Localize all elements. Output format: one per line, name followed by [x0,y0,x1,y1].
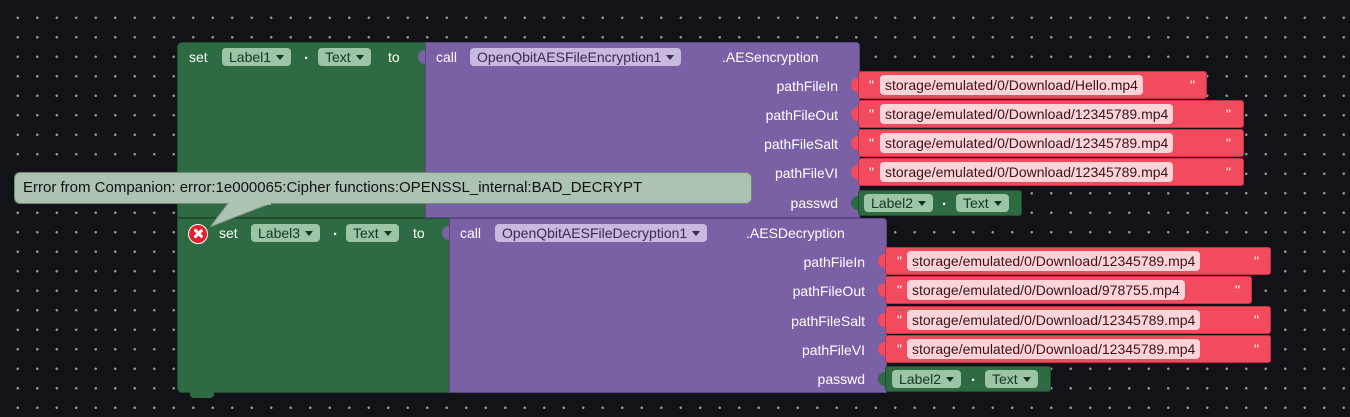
label1-property-dropdown[interactable]: Text [318,48,371,66]
string-field-pathfilesalt[interactable]: storage/emulated/0/Download/12345789.mp4 [907,310,1201,330]
error-icon[interactable] [188,224,208,244]
output-plug [878,254,885,268]
set-block-label3[interactable] [177,218,453,393]
label2-property-dropdown[interactable]: Text [985,370,1038,388]
label2-component-dropdown[interactable]: Label2 [864,194,934,212]
string-field-pathfilesalt[interactable]: storage/emulated/0/Download/12345789.mp4 [880,133,1174,153]
output-plug [851,107,858,121]
close-quote: " [1190,77,1195,93]
label3-property-dropdown[interactable]: Text [346,224,399,242]
aesdecryption-method: .AESDecryption [746,225,845,241]
output-plug [851,165,858,179]
set-keyword: set [189,49,208,65]
tooltip-tail [210,203,273,227]
close-quote: " [1254,341,1259,357]
param-label-pathfilein: pathFileIn [776,78,838,94]
open-quote: " [869,106,874,122]
dot-separator: . [942,192,947,209]
error-tooltip: Error from Companion: error:1e000065:Cip… [14,172,752,204]
output-plug [878,342,885,356]
close-quote: " [1226,135,1231,151]
block-bottom-tab [190,392,214,398]
call-keyword: call [436,49,458,65]
close-quote: " [1235,282,1240,298]
close-quote: " [1254,312,1259,328]
param-label-pathfilevi: pathFileVI [801,342,865,358]
call-block-decryption[interactable] [449,218,887,393]
output-plug [851,136,858,150]
input-socket [442,226,449,240]
set-keyword: set [219,225,238,241]
label2-component-dropdown[interactable]: Label2 [892,370,962,388]
string-field-pathfileout[interactable]: storage/emulated/0/Download/978755.mp4 [907,280,1185,300]
param-label-passwd: passwd [790,195,838,211]
open-quote: " [869,77,874,93]
string-field-pathfilevi[interactable]: storage/emulated/0/Download/12345789.mp4 [907,339,1201,359]
param-label-pathfileout: pathFileOut [792,283,865,299]
output-plug [878,313,885,327]
to-keyword: to [388,49,400,65]
output-plug [851,78,858,92]
string-field-pathfilein[interactable]: storage/emulated/0/Download/Hello.mp4 [880,75,1143,95]
open-quote: " [897,253,902,269]
input-socket [418,50,425,64]
open-quote: " [897,312,902,328]
param-label-pathfilevi: pathFileVI [774,165,838,181]
output-plug [878,372,885,386]
close-quote: " [1226,164,1231,180]
encryption-component-dropdown[interactable]: OpenQbitAESFileEncryption1 [470,48,682,66]
param-label-pathfilesalt: pathFileSalt [791,313,865,329]
dot-separator: . [333,222,338,239]
decryption-component-dropdown[interactable]: OpenQbitAESFileDecryption1 [495,224,708,242]
label1-component-dropdown[interactable]: Label1 [222,48,292,66]
param-label-passwd: passwd [817,371,865,387]
open-quote: " [869,135,874,151]
aesencryption-method: .AESencryption [722,49,819,65]
close-quote: " [1254,253,1259,269]
dot-separator: . [971,368,976,385]
open-quote: " [869,164,874,180]
output-plug [851,196,858,210]
to-keyword: to [413,225,425,241]
call-keyword: call [460,225,482,241]
param-label-pathfilesalt: pathFileSalt [764,136,838,152]
param-label-pathfileout: pathFileOut [765,107,838,123]
dot-separator: . [304,46,309,63]
open-quote: " [897,282,902,298]
string-field-pathfileout[interactable]: storage/emulated/0/Download/12345789.mp4 [880,104,1174,124]
output-plug [878,283,885,297]
param-label-pathfilein: pathFileIn [803,254,865,270]
open-quote: " [897,341,902,357]
string-field-pathfilevi[interactable]: storage/emulated/0/Download/12345789.mp4 [880,162,1174,182]
string-field-pathfilein[interactable]: storage/emulated/0/Download/12345789.mp4 [907,251,1201,271]
close-quote: " [1226,106,1231,122]
label2-property-dropdown[interactable]: Text [956,194,1009,212]
